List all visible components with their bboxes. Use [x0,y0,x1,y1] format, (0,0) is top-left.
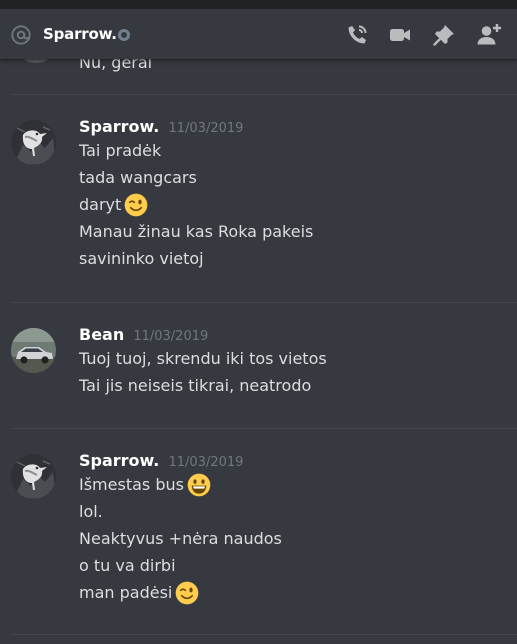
message-text: man padėsi [79,583,173,602]
message-group-divider [11,94,517,95]
message-line: o tu va dirbi [79,552,282,579]
message-line: Neaktyvus +nėra naudos [79,525,282,552]
message-line: Manau žinau kas Roka pakeis [79,218,313,245]
message-line: tada wangcars [79,164,313,191]
message-text: Tuoj tuoj, skrendu iki tos vietos [79,349,327,368]
message-group-divider [11,428,517,429]
message-header: Sparrow. 11/03/2019 [79,451,243,470]
message-text: savininko vietoj [79,249,204,268]
pinned-messages-button[interactable] [431,22,457,48]
message-text: Tai jis neiseis tikrai, neatrodo [79,376,312,395]
channel-header: Sparrow. [0,9,517,59]
window-top-strip [0,0,517,9]
avatar[interactable] [11,120,56,165]
message-text: daryt [79,195,122,214]
message-text: Neaktyvus +nėra naudos [79,529,282,548]
message-text: Išmestas bus [79,475,184,494]
username[interactable]: Sparrow. [79,117,159,136]
avatar[interactable] [11,454,56,499]
start-voice-call-button[interactable] [344,22,370,48]
sparrow-avatar-icon [11,120,56,165]
pin-icon [433,25,454,46]
message-group-divider [11,634,517,635]
message-line: lol. [79,498,282,525]
start-video-call-button[interactable] [387,22,413,48]
sparrow-avatar-icon [11,454,56,499]
add-friends-to-dm-button[interactable] [476,22,502,48]
message-header: Sparrow. 11/03/2019 [79,117,243,136]
message-line: Tai jis neiseis tikrai, neatrodo [79,372,327,399]
message-content: Tuoj tuoj, skrendu iki tos vietos Tai ji… [79,345,327,399]
timestamp: 11/03/2019 [133,329,209,344]
message-header: Bean 11/03/2019 [79,325,208,344]
at-sign-icon [10,24,32,46]
offline-status-icon [118,29,130,41]
message-line: Išmestas bus [79,471,282,498]
message-text: o tu va dirbi [79,556,176,575]
message-line: Tai pradėk [79,137,313,164]
grinning-face-emoji-icon [187,473,211,497]
message-content: Išmestas bus lol. Neaktyvus +nėra naudos… [79,471,282,606]
message-text: lol. [79,502,103,521]
avatar[interactable] [11,328,56,373]
message-line: Tuoj tuoj, skrendu iki tos vietos [79,345,327,372]
avatar [14,59,58,63]
video-camera-icon [390,29,410,41]
channel-title: Sparrow. [43,25,117,43]
add-user-icon [477,24,501,45]
username[interactable]: Sparrow. [79,451,159,470]
winking-face-emoji-icon [124,193,148,217]
message-content: Tai pradėk tada wangcars daryt Manau žin… [79,137,313,272]
timestamp: 11/03/2019 [168,455,244,470]
message-line: man padėsi [79,579,282,606]
message-text: Manau žinau kas Roka pakeis [79,222,314,241]
message-text: tada wangcars [79,168,197,187]
message-group-divider [11,302,517,303]
message-line: daryt [79,191,313,218]
message-line: Nu, gerai [79,59,153,72]
username[interactable]: Bean [79,325,124,344]
message-list[interactable]: Nu, gerai Sparrow. 11/03/2019 Tai pradėk… [0,59,517,644]
timestamp: 11/03/2019 [168,121,244,136]
car-avatar-icon [11,328,56,373]
message-line: savininko vietoj [79,245,313,272]
phone-call-icon [348,25,367,44]
message-text: Tai pradėk [79,141,162,160]
winking-face-emoji-icon [175,581,199,605]
